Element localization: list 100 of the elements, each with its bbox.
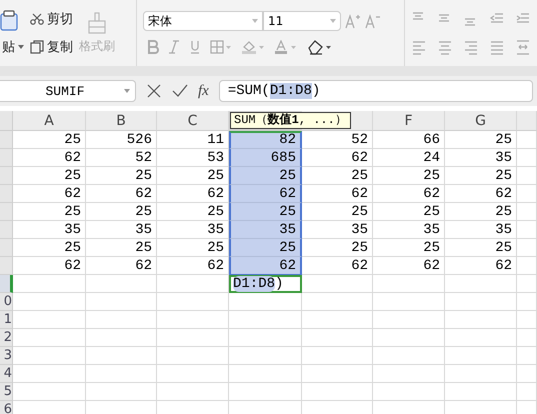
- table-cell: [517, 329, 537, 347]
- row-header[interactable]: [0, 257, 13, 275]
- paste-button[interactable]: 贴: [0, 38, 24, 56]
- table-cell: [86, 311, 157, 329]
- table-cell: 25: [445, 167, 517, 185]
- table-cell: 25: [86, 203, 157, 221]
- underline-icon[interactable]: [189, 40, 201, 54]
- font-size-dropdown[interactable]: 11: [263, 11, 341, 31]
- table-cell: [86, 293, 157, 311]
- column-header[interactable]: F: [373, 111, 445, 131]
- align-right-icon[interactable]: [463, 38, 479, 56]
- table-cell: [302, 311, 373, 329]
- row-header[interactable]: [0, 221, 13, 239]
- table-cell: 25: [445, 239, 517, 257]
- row-header[interactable]: [0, 149, 13, 167]
- row-header[interactable]: 4: [0, 365, 13, 383]
- table-cell: 685: [229, 149, 302, 167]
- table-cell: 35: [445, 221, 517, 239]
- table-cell: [445, 329, 517, 347]
- caret-icon[interactable]: [124, 89, 130, 93]
- column-header[interactable]: B: [86, 111, 157, 131]
- table-cell: 25: [86, 239, 157, 257]
- row-header[interactable]: 6: [0, 401, 13, 414]
- row-header[interactable]: 2: [0, 329, 13, 347]
- table-cell: 52: [86, 149, 157, 167]
- table-cell: 25: [86, 167, 157, 185]
- table-cell: [517, 311, 537, 329]
- table-cell: [373, 347, 445, 365]
- table-cell: [517, 365, 537, 383]
- column-header[interactable]: [517, 111, 537, 131]
- table-cell: [157, 275, 229, 293]
- table-cell: [517, 293, 537, 311]
- table-cell: [517, 131, 537, 149]
- copy-button[interactable]: 复制: [30, 38, 73, 56]
- table-cell: [517, 383, 537, 401]
- row-header[interactable]: 1: [0, 311, 13, 329]
- row-header[interactable]: [0, 239, 13, 257]
- decrease-font-icon[interactable]: [365, 13, 381, 29]
- table-cell: [445, 347, 517, 365]
- eraser-icon[interactable]: [307, 39, 333, 55]
- table-cell: [517, 167, 537, 185]
- table-cell: 24: [373, 149, 445, 167]
- align-left-icon[interactable]: [411, 38, 427, 56]
- clipboard-icon[interactable]: [0, 10, 20, 32]
- column-header[interactable]: A: [13, 111, 86, 131]
- table-cell: 526: [86, 131, 157, 149]
- increase-font-icon[interactable]: [345, 13, 361, 29]
- table-cell: 62: [302, 257, 373, 275]
- table-cell: [517, 257, 537, 275]
- borders-icon[interactable]: [210, 40, 232, 54]
- function-tooltip: SUM（数值1, ...）: [230, 112, 351, 129]
- fill-bucket-icon[interactable]: [241, 40, 265, 54]
- row-header[interactable]: [0, 185, 13, 203]
- table-cell: 25: [229, 203, 302, 221]
- table-cell: 62: [13, 257, 86, 275]
- table-cell: 82: [229, 131, 302, 149]
- table-cell: [86, 329, 157, 347]
- cut-button[interactable]: 剪切: [30, 10, 73, 28]
- formula-field[interactable]: =SUM(D1:D8): [218, 80, 533, 102]
- scissors-icon[interactable]: [30, 13, 44, 25]
- table-cell: [517, 239, 537, 257]
- row-header[interactable]: [0, 167, 13, 185]
- table-cell: 25: [445, 203, 517, 221]
- table-cell: [373, 365, 445, 383]
- table-cell: 25: [229, 239, 302, 257]
- copy-icon[interactable]: [30, 40, 44, 54]
- table-cell: [517, 221, 537, 239]
- distribute-icon[interactable]: [515, 38, 531, 56]
- table-cell: 25: [13, 203, 86, 221]
- table-cell: 25: [13, 167, 86, 185]
- italic-icon[interactable]: [168, 40, 180, 54]
- table-cell: [157, 347, 229, 365]
- font-color-icon[interactable]: [274, 40, 298, 54]
- confirm-icon[interactable]: [172, 83, 188, 99]
- column-header[interactable]: G: [445, 111, 517, 131]
- font-name-dropdown[interactable]: 宋体: [143, 11, 263, 31]
- table-cell: [373, 311, 445, 329]
- table-cell: 62: [445, 185, 517, 203]
- table-cell: [373, 329, 445, 347]
- row-header[interactable]: 3: [0, 347, 13, 365]
- name-box[interactable]: SUMIF: [0, 80, 136, 102]
- cell-editor[interactable]: D1:D8): [229, 275, 302, 293]
- row-header[interactable]: 5: [0, 383, 13, 401]
- insert-function-button[interactable]: fx: [198, 82, 209, 100]
- row-header[interactable]: [0, 203, 13, 221]
- table-cell: 25: [229, 167, 302, 185]
- table-cell: 35: [86, 221, 157, 239]
- cancel-icon[interactable]: [146, 83, 162, 99]
- table-cell: 62: [229, 185, 302, 203]
- justify-icon[interactable]: [489, 38, 505, 56]
- table-cell: [157, 365, 229, 383]
- caret-icon[interactable]: [18, 45, 24, 49]
- column-header[interactable]: C: [157, 111, 229, 131]
- table-cell: 62: [13, 149, 86, 167]
- row-header[interactable]: [0, 275, 13, 293]
- align-center-icon[interactable]: [437, 38, 453, 56]
- row-header[interactable]: [0, 131, 13, 149]
- select-all-corner[interactable]: [0, 111, 13, 131]
- bold-icon[interactable]: [147, 40, 159, 54]
- row-header[interactable]: 0: [0, 293, 13, 311]
